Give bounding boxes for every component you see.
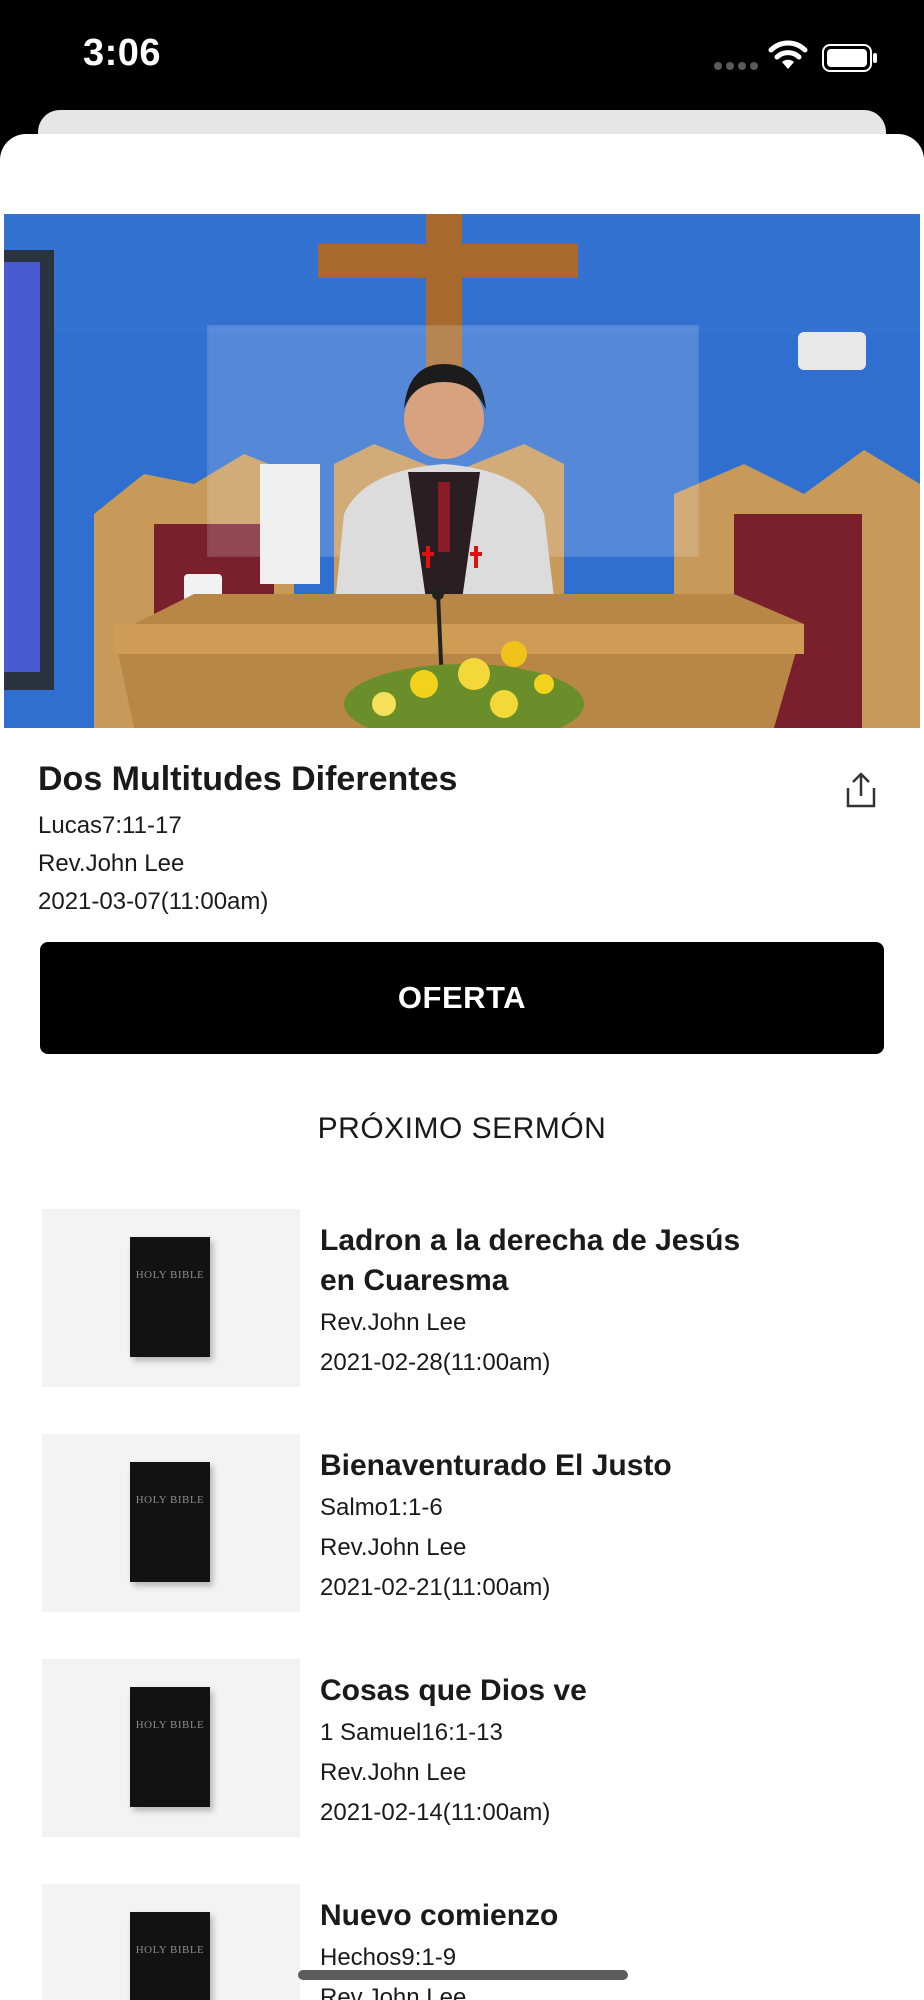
bible-icon: HOLY BIBLE <box>130 1462 210 1582</box>
list-item-passage: Salmo1:1-6 <box>320 1494 443 1521</box>
list-item[interactable]: HOLY BIBLE Ladron a la derecha de Jesús … <box>0 1209 924 1389</box>
list-item-title: Nuevo comienzo <box>320 1899 559 1932</box>
sermon-thumbnail: HOLY BIBLE <box>42 1659 300 1837</box>
video-player[interactable] <box>4 214 920 728</box>
status-time: 3:06 <box>83 32 162 74</box>
sermon-thumbnail: HOLY BIBLE <box>42 1209 300 1387</box>
list-item-title: Ladron a la derecha de Jesús en Cuaresma <box>320 1224 741 1297</box>
list-item-passage: Hechos9:1-9 <box>320 1944 457 1971</box>
sermon-date: 2021-03-07(11:00am) <box>38 888 269 915</box>
sermon-sheet: Dos Multitudes Diferentes Lucas7:11-17 R… <box>0 134 924 2000</box>
wifi-icon <box>768 40 808 69</box>
list-item[interactable]: HOLY BIBLE Bienaventurado El Justo Salmo… <box>0 1434 924 1614</box>
bible-icon: HOLY BIBLE <box>130 1687 210 1807</box>
sermon-preacher: Rev.John Lee <box>38 850 185 877</box>
list-item[interactable]: HOLY BIBLE Nuevo comienzo Hechos9:1-9 Re… <box>0 1884 924 2000</box>
video-frame <box>4 214 920 728</box>
list-item-preacher: Rev.John Lee <box>320 1309 467 1336</box>
list-item-date: 2021-02-14(11:00am) <box>320 1799 551 1826</box>
status-bar: 3:06 <box>0 0 924 112</box>
next-sermon-heading: PRÓXIMO SERMÓN <box>317 1112 607 1145</box>
bible-icon: HOLY BIBLE <box>130 1237 210 1357</box>
sermon-title: Dos Multitudes Diferentes <box>38 760 458 798</box>
list-item[interactable]: HOLY BIBLE Cosas que Dios ve 1 Samuel16:… <box>0 1659 924 1839</box>
sermon-thumbnail: HOLY BIBLE <box>42 1434 300 1612</box>
list-item-title: Cosas que Dios ve <box>320 1674 587 1707</box>
bible-icon: HOLY BIBLE <box>130 1912 210 2000</box>
battery-icon <box>822 44 877 72</box>
sermon-passage: Lucas7:11-17 <box>38 812 182 839</box>
list-item-date: 2021-02-28(11:00am) <box>320 1349 551 1376</box>
offer-button[interactable]: OFERTA <box>40 942 884 1054</box>
list-item-title: Bienaventurado El Justo <box>320 1449 672 1482</box>
list-item-passage: 1 Samuel16:1-13 <box>320 1719 503 1746</box>
list-item-preacher: Rev.John Lee <box>320 1984 467 2000</box>
share-icon[interactable] <box>842 770 880 810</box>
list-item-preacher: Rev.John Lee <box>320 1534 467 1561</box>
home-indicator[interactable] <box>298 1970 628 1980</box>
list-item-date: 2021-02-21(11:00am) <box>320 1574 551 1601</box>
cellular-signal-icon <box>714 62 758 72</box>
list-item-preacher: Rev.John Lee <box>320 1759 467 1786</box>
sermon-thumbnail: HOLY BIBLE <box>42 1884 300 2000</box>
